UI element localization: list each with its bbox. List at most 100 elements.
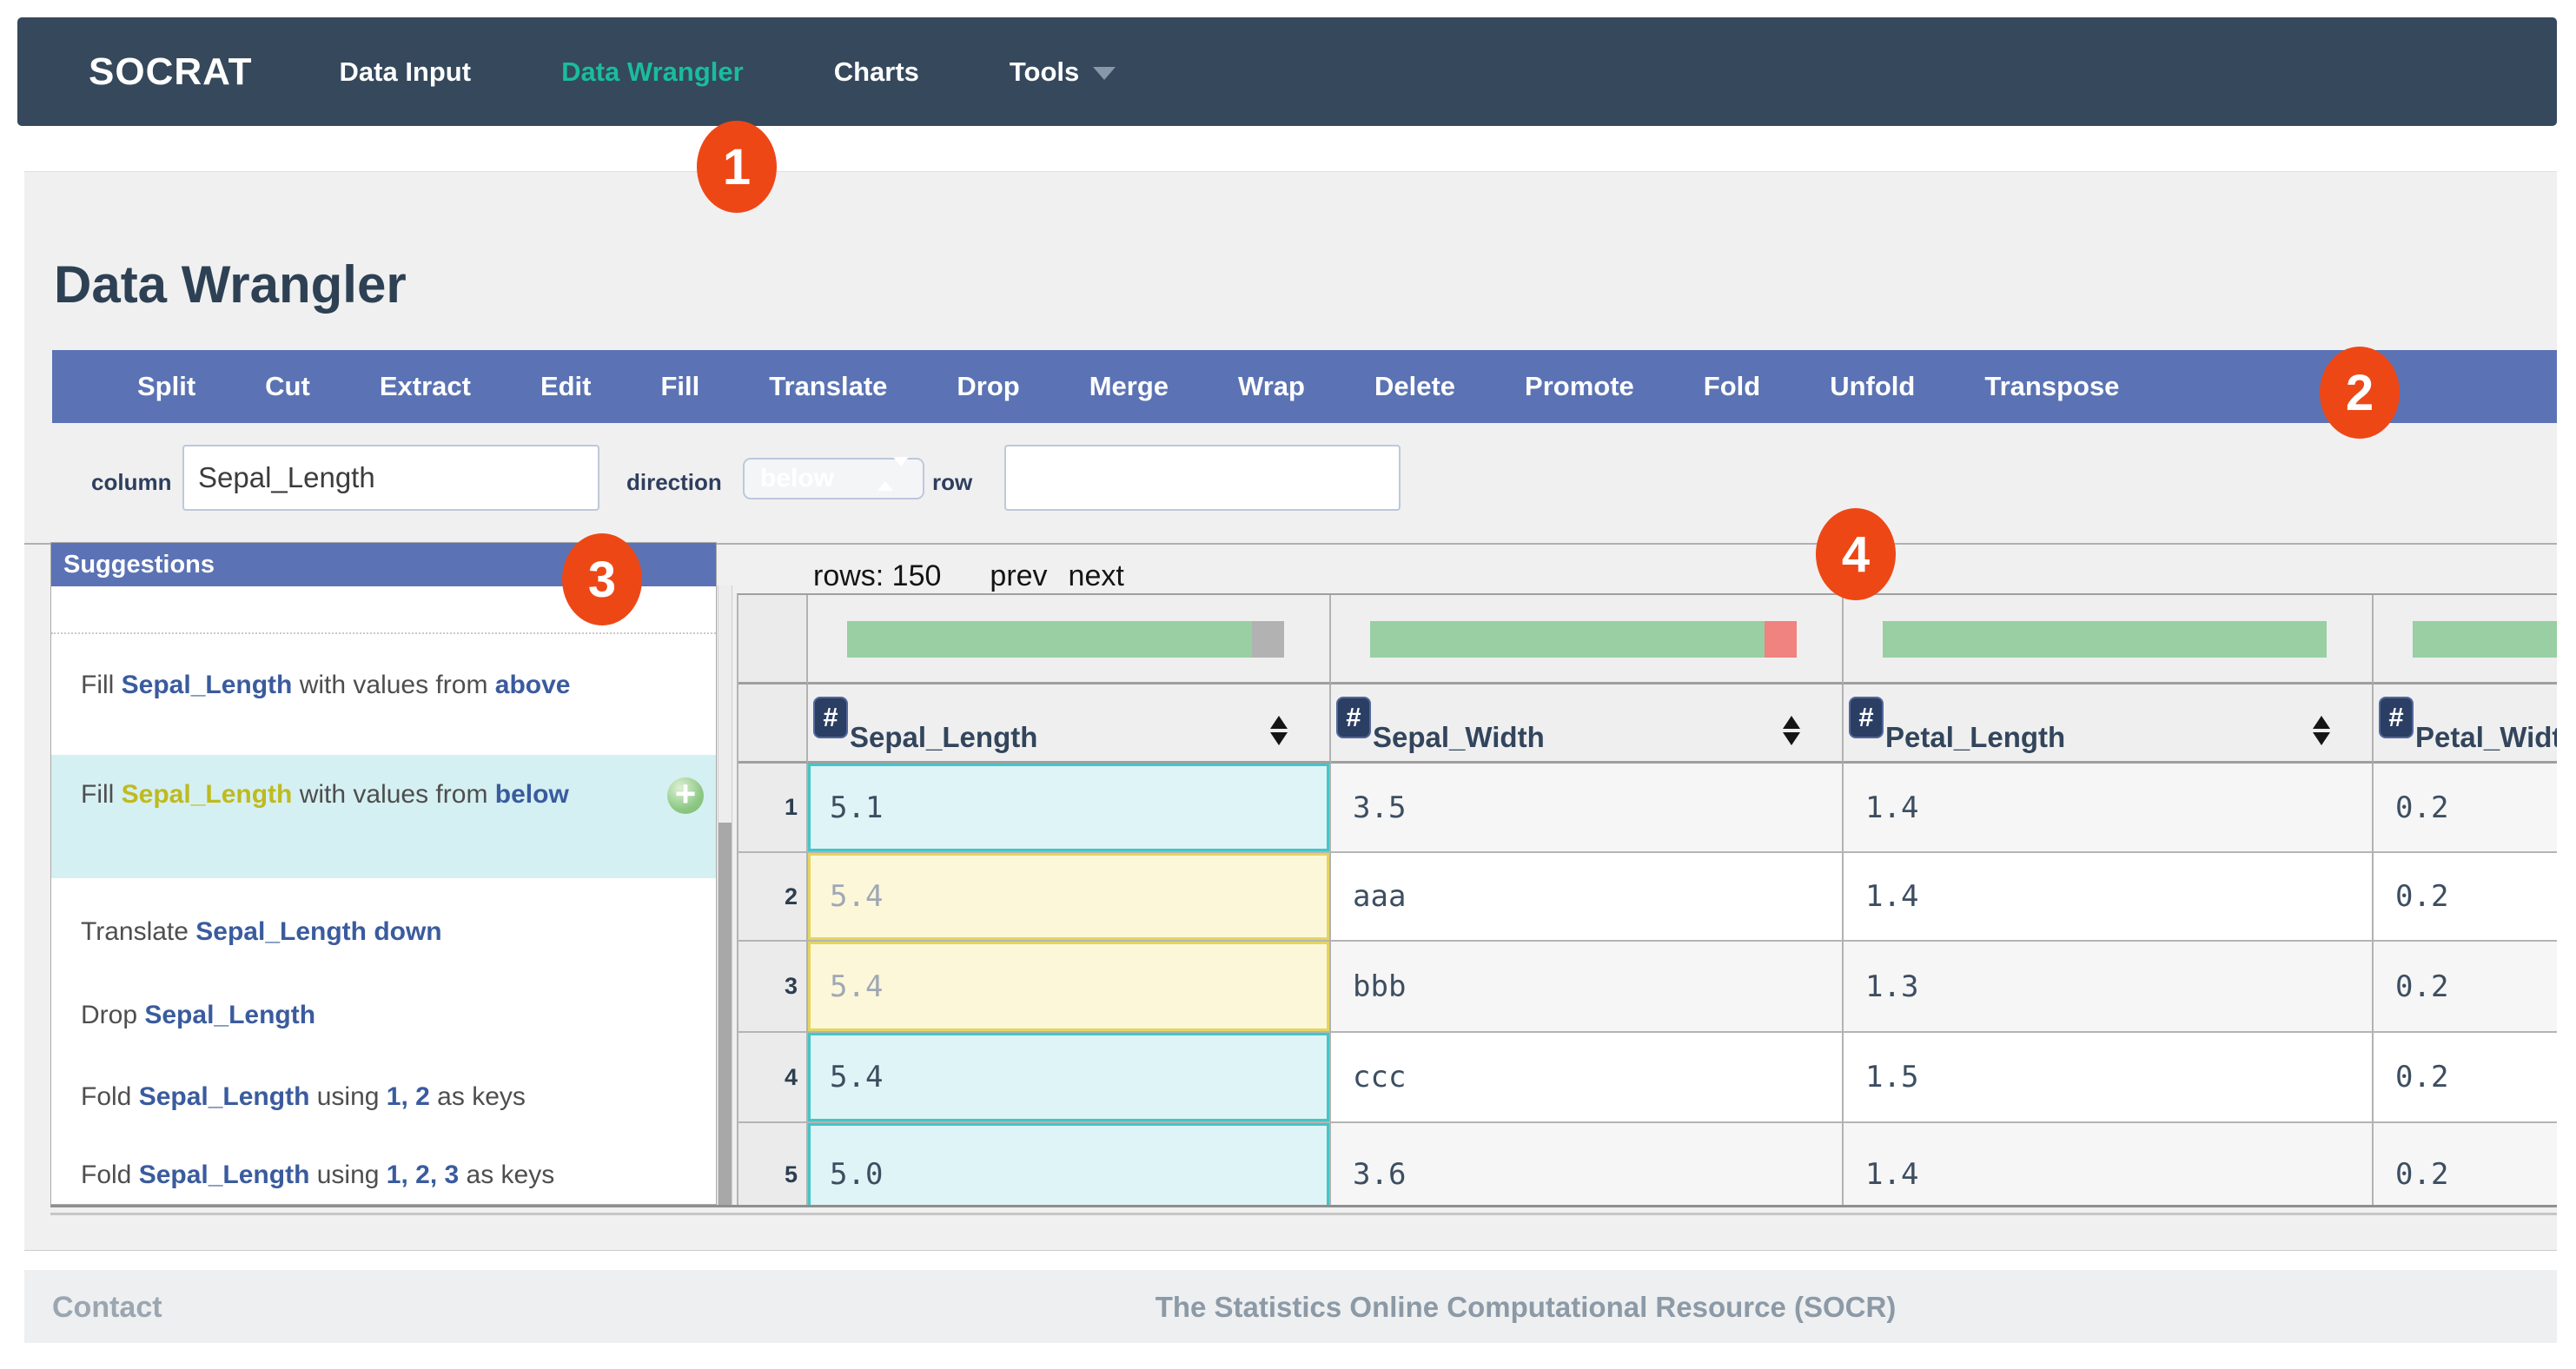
column-header-sepal-width[interactable]: #Sepal_Width [1331,684,1844,764]
suggestion-text: as keys [459,1161,554,1189]
toolbar-item-drop[interactable]: Drop [957,371,1019,402]
nav-item-data-input[interactable]: Data Input [340,56,472,88]
apply-suggestion-button[interactable]: + [667,777,704,814]
annotation-badge-4: 4 [1816,508,1896,600]
quality-invalid-segment [1765,621,1797,658]
table-cell[interactable]: 3.6 [1331,1123,1844,1205]
direction-select[interactable]: below [743,458,924,499]
table-cell[interactable]: ccc [1331,1033,1844,1123]
next-page-link[interactable]: next [1069,559,1124,593]
table-cell[interactable]: 1.4 [1844,764,2374,853]
toolbar-item-extract[interactable]: Extract [380,371,471,402]
column-name: Sepal_Width [1373,721,1545,754]
toolbar-item-promote[interactable]: Promote [1525,371,1634,402]
suggestion-text: Sepal_Length [139,1161,310,1189]
nav-item-data-wrangler[interactable]: Data Wrangler [561,56,744,88]
table-cell[interactable]: 0.2 [2374,853,2557,942]
data-table: #Sepal_Length#Sepal_Width#Petal_Length#P… [737,593,2557,1205]
table-cell[interactable]: 0.2 [2374,764,2557,853]
column-header-sepal-length[interactable]: #Sepal_Length [808,684,1331,764]
table-cell[interactable]: 5.4 [808,853,1331,942]
suggestion-item-3[interactable]: Drop Sepal_Length [51,974,716,1036]
quality-bar-cell-sepal-width [1331,595,1844,684]
table-cell[interactable]: 5.4 [808,1033,1331,1123]
suggestion-item-1[interactable]: Fill Sepal_Length with values from below… [51,755,716,878]
suggestion-text: Sepal_Length down [195,917,441,946]
table-cell[interactable]: 0.2 [2374,1033,2557,1123]
quality-bar-cell-sepal-length [808,595,1331,684]
table-cell[interactable]: 1.3 [1844,942,2374,1033]
suggestion-text: Sepal_Length [122,780,293,809]
direction-select-value: below [760,464,834,493]
column-header-petal-width[interactable]: #Petal_Width [2374,684,2557,764]
annotation-badge-3: 3 [562,533,642,625]
column-header-petal-length[interactable]: #Petal_Length [1844,684,2374,764]
suggestion-item-2[interactable]: Translate Sepal_Length down [51,890,716,953]
nav-item-tools[interactable]: Tools [1010,56,1116,88]
table-cell[interactable]: aaa [1331,853,1844,942]
data-quality-bar [1883,621,2327,658]
toolbar-item-merge[interactable]: Merge [1089,371,1169,402]
toolbar-item-cut[interactable]: Cut [265,371,310,402]
sort-icon[interactable] [1783,716,1800,745]
toolbar-item-delete[interactable]: Delete [1374,371,1455,402]
quality-valid-segment [2413,621,2557,658]
suggestion-text: Fold [81,1161,139,1189]
toolbar-item-edit[interactable]: Edit [540,371,592,402]
scrollbar-thumb[interactable] [718,823,732,1205]
sort-icon[interactable] [1270,716,1288,745]
toolbar-item-transpose[interactable]: Transpose [1984,371,2119,402]
prev-page-link[interactable]: prev [990,559,1047,593]
toolbar-item-unfold[interactable]: Unfold [1830,371,1915,402]
nav-item-charts[interactable]: Charts [834,56,919,88]
suggestion-text: 1, 2, 3 [387,1161,459,1189]
suggestion-text: as keys [430,1082,526,1111]
app-logo[interactable]: SOCRAT [89,50,253,94]
table-cell[interactable]: 1.4 [1844,1123,2374,1205]
rows-count: rows: 150 [813,559,941,593]
table-cell[interactable]: 5.4 [808,942,1331,1033]
table-cell[interactable]: 3.5 [1331,764,1844,853]
numeric-type-icon: # [1849,697,1884,738]
suggestions-scrollbar[interactable] [718,585,732,1205]
table-header-gutter [738,684,808,764]
row-number: 1 [738,764,808,853]
toolbar-item-fold[interactable]: Fold [1704,371,1760,402]
table-cell[interactable]: 0.2 [2374,942,2557,1033]
column-input[interactable] [182,445,599,511]
sort-icon[interactable] [2313,716,2330,745]
numeric-type-icon: # [2379,697,2414,738]
annotation-badge-2: 2 [2320,347,2400,439]
table-cell[interactable]: 5.1 [808,764,1331,853]
row-number: 3 [738,942,808,1033]
select-stepper-icon [877,466,909,482]
data-quality-bar [2413,621,2557,658]
table-cell[interactable]: 5.0 [808,1123,1331,1205]
suggestion-item-0[interactable]: Fill Sepal_Length with values from above [51,651,716,753]
suggestion-text: 1, 2 [387,1082,430,1111]
suggestion-text: with values from [292,780,494,809]
numeric-type-icon: # [813,697,848,738]
suggestion-text: using [309,1082,386,1111]
suggestion-item-4[interactable]: Fold Sepal_Length using 1, 2 as keys [51,1055,716,1118]
table-bottom-border-2 [50,1213,2557,1215]
table-cell[interactable]: 1.5 [1844,1033,2374,1123]
table-cell[interactable]: bbb [1331,942,1844,1033]
suggestion-text: Fold [81,1082,139,1111]
row-input[interactable] [1004,445,1401,511]
quality-bar-cell-petal-length [1844,595,2374,684]
suggestion-text: above [495,671,571,699]
navbar: SOCRAT Data Input Data Wrangler Charts Tool… [17,17,2557,126]
toolbar-item-wrap[interactable]: Wrap [1238,371,1305,402]
suggestion-item-5[interactable]: Fold Sepal_Length using 1, 2, 3 as keys [51,1139,716,1205]
page-title: Data Wrangler [54,255,407,314]
toolbar-item-fill[interactable]: Fill [661,371,700,402]
column-name: Petal_Length [1885,721,2065,754]
suggestion-text: Sepal_Length [122,671,293,699]
table-cell[interactable]: 1.4 [1844,853,2374,942]
quality-valid-segment [1370,621,1765,658]
table-cell[interactable]: 0.2 [2374,1123,2557,1205]
toolbar-item-split[interactable]: Split [137,371,195,402]
contact-link[interactable]: Contact [52,1291,162,1325]
toolbar-item-translate[interactable]: Translate [769,371,887,402]
